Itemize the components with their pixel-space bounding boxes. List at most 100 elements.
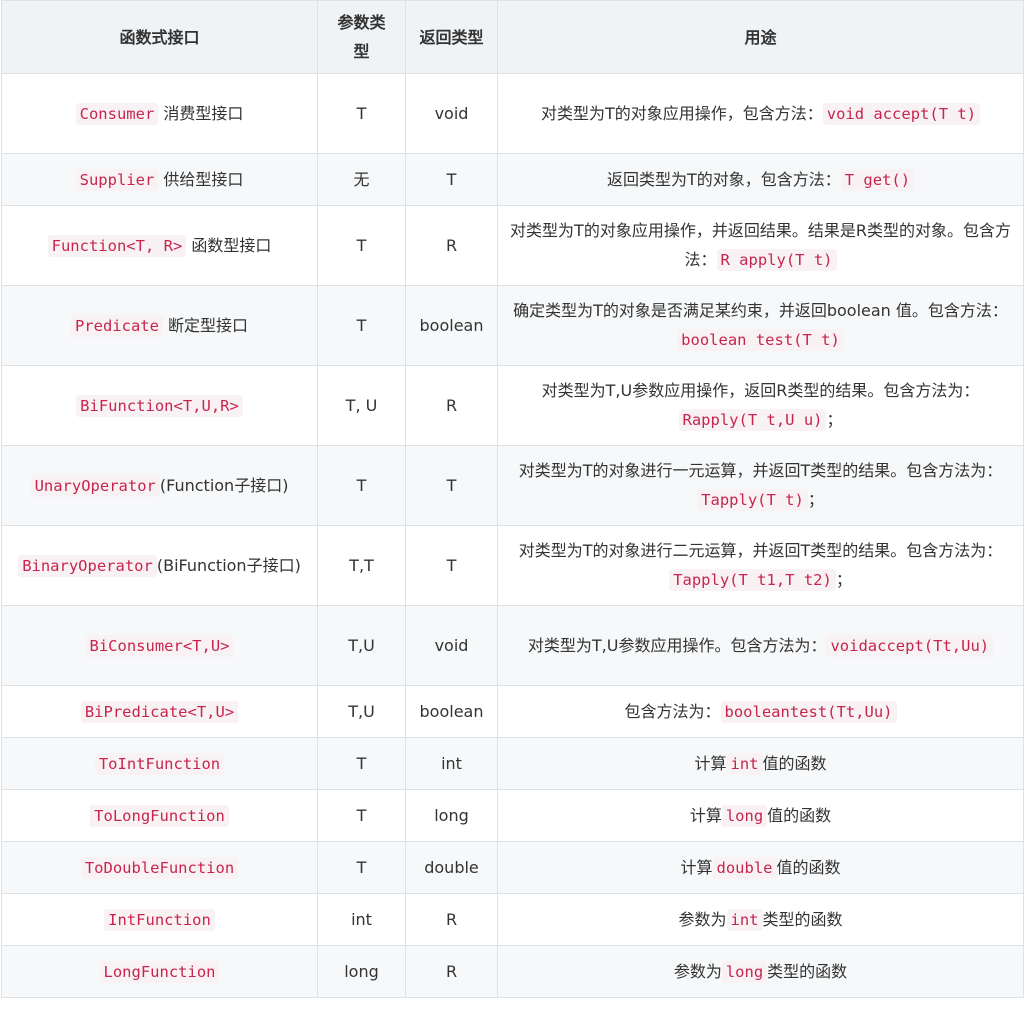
usage-code: long: [721, 960, 768, 983]
usage-code: T get(): [840, 168, 915, 191]
table-row: UnaryOperator (Function子接口) T T 对类型为T的对象进行一元…: [1, 445, 1024, 526]
interface-name: Function<T, R>: [47, 234, 187, 257]
usage-code: double: [712, 856, 777, 879]
return-type-cell: boolean: [405, 285, 498, 366]
table-row: ToIntFunction Tint 计算 int 值的函数: [1, 737, 1024, 790]
usage-text: 对类型为T,U参数应用操作。包含方法为：: [527, 635, 827, 655]
table-row: Supplier 供给型接口无 T 返回类型为T的对象，包含方法： T get(): [1, 153, 1024, 206]
header-return-type: 返回类型: [405, 0, 498, 74]
usage-code: int: [726, 752, 763, 775]
interface-cell: IntFunction: [1, 893, 318, 946]
table-row: ToLongFunction Tlong 计算 long 值的函数: [1, 789, 1024, 842]
table-row: BiPredicate<T,U> T,U boolean 包含方法为： booleant…: [1, 685, 1024, 738]
return-type-cell: int: [405, 737, 498, 790]
table-row: LongFunction long R 参数为 long 类型的函数: [1, 945, 1024, 998]
functional-interface-table: 函数式接口 参数类型 返回类型 用途 Consumer 消费型接口 Tvoid 对类…: [1, 0, 1024, 998]
usage-text: 对类型为T,U参数应用操作，返回R类型的结果。包含方法为：: [541, 381, 980, 400]
param-type-cell: T,U: [317, 685, 406, 738]
param-type-cell: long: [317, 945, 406, 998]
usage-suffix: ；: [826, 410, 843, 429]
usage-cell: 计算 long 值的函数: [497, 789, 1024, 842]
param-type-cell: T: [317, 285, 406, 366]
usage-cell: 计算 double 值的函数: [497, 841, 1024, 894]
return-type-cell: R: [405, 945, 498, 998]
return-type-cell: R: [405, 365, 498, 446]
usage-suffix: 值的函数: [767, 805, 832, 825]
usage-cell: 对类型为T的对象应用操作，包含方法： void accept(T t): [497, 73, 1024, 154]
table-row: Consumer 消费型接口 Tvoid 对类型为T的对象应用操作，包含方法： voi…: [1, 73, 1024, 154]
table-row: BiConsumer<T,U> T,U void 对类型为T,U参数应用操作。包含方法…: [1, 605, 1024, 686]
usage-cell: 参数为 int 类型的函数: [497, 893, 1024, 946]
param-type-cell: T: [317, 841, 406, 894]
interface-name: Supplier: [75, 168, 159, 191]
interface-name: ToLongFunction: [90, 804, 229, 827]
usage-suffix: 值的函数: [776, 857, 841, 877]
interface-cell: UnaryOperator (Function子接口): [1, 445, 318, 526]
table-row: Predicate 断定型接口 Tboolean 确定类型为T的对象是否满足某约束，…: [1, 285, 1024, 366]
interface-cell: ToLongFunction: [1, 789, 318, 842]
usage-code: booleantest(Tt,Uu): [720, 700, 897, 723]
interface-cell: BiConsumer<T,U>: [1, 605, 318, 686]
return-type-cell: T: [405, 445, 498, 526]
usage-code: R apply(T t): [716, 249, 837, 271]
param-type-cell: T, U: [317, 365, 406, 446]
param-type-cell: T: [317, 445, 406, 526]
interface-desc: 供给型接口: [158, 169, 244, 189]
usage-text: 包含方法为：: [624, 701, 721, 721]
usage-suffix: 类型的函数: [767, 961, 848, 981]
usage-cell: 对类型为T的对象应用操作，并返回结果。结果是R类型的对象。包含方法： R appl…: [497, 205, 1024, 286]
param-type-cell: 无: [317, 153, 406, 206]
return-type-cell: double: [405, 841, 498, 894]
table-header-row: 函数式接口 参数类型 返回类型 用途: [1, 0, 1024, 74]
usage-text: 对类型为T的对象应用操作，包含方法：: [540, 103, 823, 123]
interface-cell: BiPredicate<T,U>: [1, 685, 318, 738]
interface-desc: 函数型接口: [186, 235, 272, 255]
usage-cell: 对类型为T的对象进行一元运算，并返回T类型的结果。包含方法为： Tapply(T …: [497, 445, 1024, 526]
usage-code: Tapply(T t1,T t2): [669, 569, 836, 591]
usage-cell: 包含方法为： booleantest(Tt,Uu): [497, 685, 1024, 738]
usage-cell: 计算 int 值的函数: [497, 737, 1024, 790]
usage-cell: 确定类型为T的对象是否满足某约束，并返回boolean 值。包含方法： boole…: [497, 285, 1024, 366]
interface-cell: BiFunction<T,U,R>: [1, 365, 318, 446]
usage-code: void accept(T t): [822, 102, 981, 125]
usage-text: 参数为: [678, 909, 727, 929]
usage-code: Rapply(T t,U u): [678, 409, 827, 431]
param-type-cell: T,T: [317, 525, 406, 606]
usage-text: 参数为: [673, 961, 722, 981]
header-param-type: 参数类型: [317, 0, 406, 74]
table-row: BinaryOperator (BiFunction子接口) T,T T 对类型为T的对…: [1, 525, 1024, 606]
return-type-cell: long: [405, 789, 498, 842]
table-row: Function<T, R> 函数型接口 T R 对类型为T的对象应用操作，并返回结果…: [1, 205, 1024, 286]
param-type-cell: T: [317, 737, 406, 790]
interface-name: ToIntFunction: [94, 752, 225, 775]
param-type-cell: int: [317, 893, 406, 946]
usage-code: boolean test(T t): [677, 329, 844, 351]
usage-cell: 对类型为T,U参数应用操作，返回R类型的结果。包含方法为： Rapply(T t,…: [497, 365, 1024, 446]
param-type-cell: T: [317, 205, 406, 286]
interface-name: Predicate: [70, 314, 163, 337]
usage-code: Tapply(T t): [697, 489, 808, 511]
return-type-cell: R: [405, 893, 498, 946]
return-type-cell: void: [405, 73, 498, 154]
usage-suffix: 类型的函数: [762, 909, 843, 929]
return-type-cell: T: [405, 153, 498, 206]
interface-name: BinaryOperator: [18, 554, 157, 577]
usage-code: int: [726, 908, 763, 931]
usage-cell: 对类型为T的对象进行二元运算，并返回T类型的结果。包含方法为： Tapply(T …: [497, 525, 1024, 606]
table-row: BiFunction<T,U,R> T, U R 对类型为T,U参数应用操作，返回R类…: [1, 365, 1024, 446]
interface-cell: Predicate 断定型接口: [1, 285, 318, 366]
usage-suffix: ；: [835, 570, 852, 589]
interface-desc: 断定型接口: [162, 315, 249, 335]
usage-text: 确定类型为T的对象是否满足某约束，并返回boolean 值。包含方法：: [513, 301, 1008, 320]
usage-code: long: [721, 804, 768, 827]
table-row: IntFunction int R 参数为 int 类型的函数: [1, 893, 1024, 946]
usage-code: voidaccept(Tt,Uu): [826, 634, 994, 657]
interface-name: BiConsumer<T,U>: [85, 634, 234, 657]
usage-cell: 返回类型为T的对象，包含方法： T get(): [497, 153, 1024, 206]
interface-name: BiPredicate<T,U>: [80, 700, 239, 723]
interface-name: BiFunction<T,U,R>: [76, 394, 243, 417]
interface-name: Consumer: [75, 102, 159, 125]
usage-text: 返回类型为T的对象，包含方法：: [606, 169, 841, 189]
return-type-cell: R: [405, 205, 498, 286]
interface-cell: LongFunction: [1, 945, 318, 998]
